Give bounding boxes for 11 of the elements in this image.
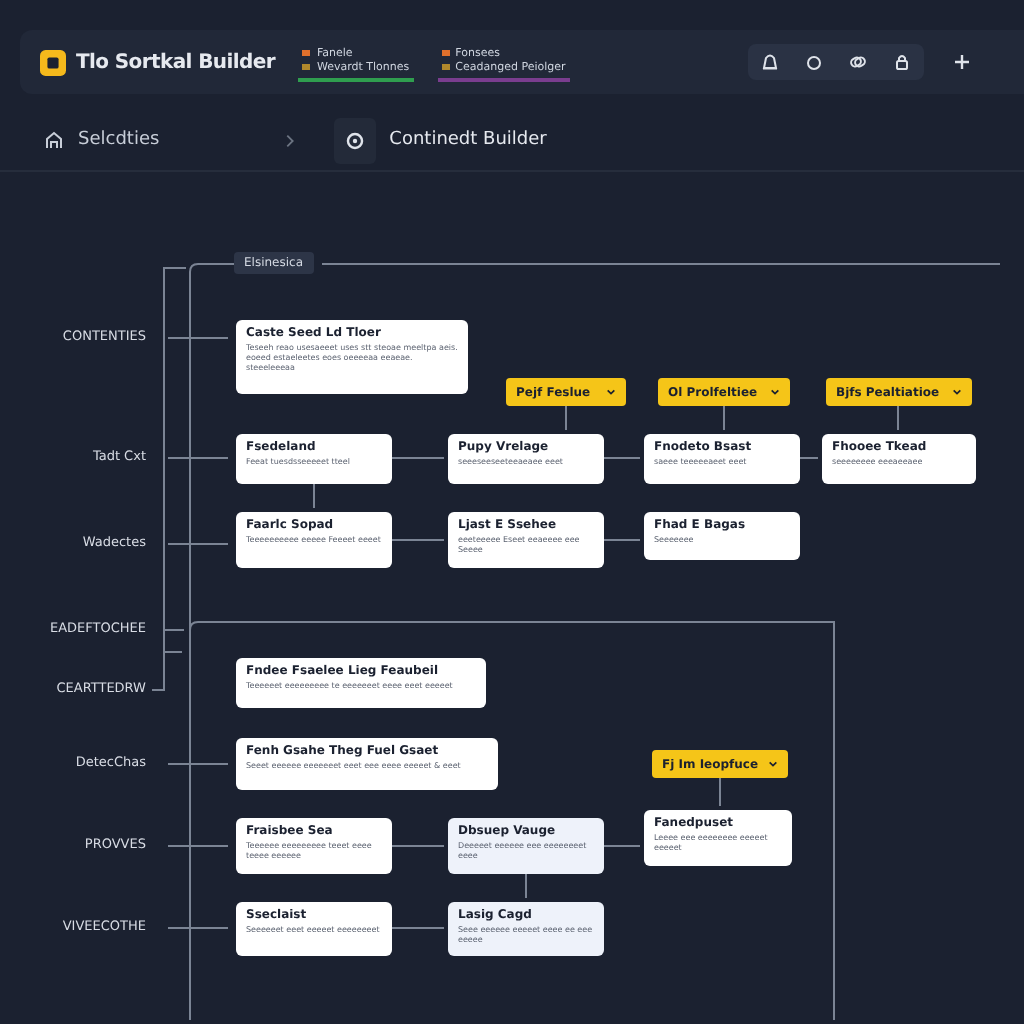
caret-icon <box>768 760 778 768</box>
app-title: Tlo Sortkal Builder <box>76 51 275 73</box>
breadcrumb-current: Continedt Builder <box>389 130 547 150</box>
home-icon <box>44 130 64 150</box>
gear-icon <box>333 117 376 163</box>
breadcrumb-link[interactable]: Selcdties <box>78 130 160 150</box>
caret-icon <box>952 388 962 396</box>
caret-icon <box>606 388 616 396</box>
logo-icon <box>40 49 66 75</box>
chevron-icon <box>283 131 296 149</box>
caret-icon <box>770 388 780 396</box>
